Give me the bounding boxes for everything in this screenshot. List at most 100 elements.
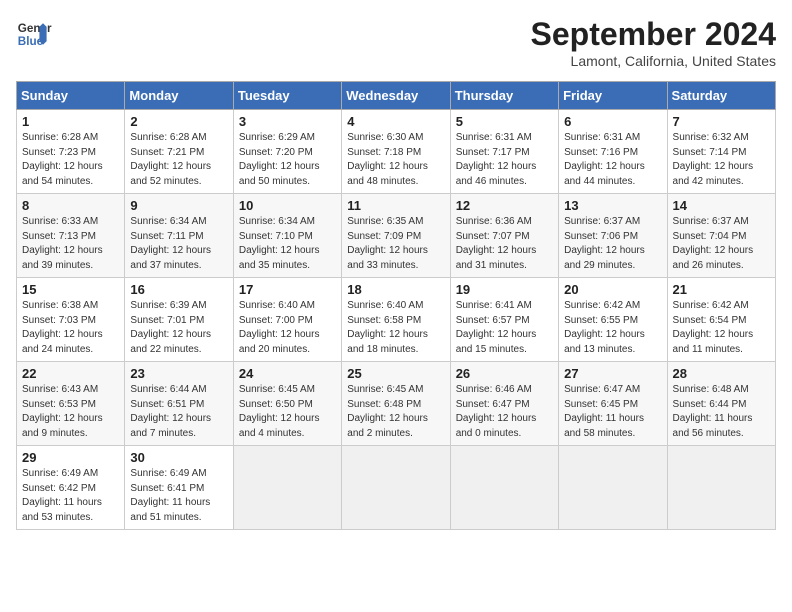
day-info: Sunrise: 6:34 AM Sunset: 7:11 PM Dayligh… [130,215,227,273]
calendar-cell: 18Sunrise: 6:40 AM Sunset: 6:58 PM Dayli… [342,278,450,362]
day-number: 27 [564,366,661,381]
svg-text:General: General [18,22,52,35]
calendar-cell: 6 Sunrise: 6:31 AM Sunset: 7:16 PM Daylig… [559,110,667,194]
calendar-cell: 10 Sunrise: 6:34 AM Sunset: 7:10 PM Dayli… [233,194,341,278]
calendar-cell: 25 Sunrise: 6:45 AM Sunset: 6:48 PM Dayli… [342,362,450,446]
day-info: Sunrise: 6:41 AM Sunset: 6:57 PM Dayligh… [456,299,553,357]
weekday-header: Friday [559,82,667,110]
day-number: 26 [456,366,553,381]
day-number: 23 [130,366,227,381]
day-number: 9 [130,198,227,213]
day-info: Sunrise: 6:39 AM Sunset: 7:01 PM Dayligh… [130,299,227,357]
day-number: 17 [239,282,336,297]
day-number: 21 [673,282,770,297]
calendar-cell: 16 Sunrise: 6:39 AM Sunset: 7:01 PM Dayli… [125,278,233,362]
day-info: Sunrise: 6:42 AM Sunset: 6:54 PM Dayligh… [673,299,770,357]
day-info: Sunrise: 6:37 AM Sunset: 7:06 PM Dayligh… [564,215,661,273]
day-number: 24 [239,366,336,381]
weekday-header: Thursday [450,82,558,110]
title-area: September 2024 Lamont, California, Unite… [531,16,776,69]
calendar-week-row: 22 Sunrise: 6:43 AM Sunset: 6:53 PM Dayli… [17,362,776,446]
calendar-week-row: 8 Sunrise: 6:33 AM Sunset: 7:13 PM Daylig… [17,194,776,278]
calendar-cell [450,446,558,530]
calendar-cell: 9 Sunrise: 6:34 AM Sunset: 7:11 PM Daylig… [125,194,233,278]
calendar-cell: 29Sunrise: 6:49 AM Sunset: 6:42 PM Dayli… [17,446,125,530]
month-title: September 2024 [531,16,776,53]
day-info: Sunrise: 6:40 AM Sunset: 7:00 PM Dayligh… [239,299,336,357]
calendar-cell: 21 Sunrise: 6:42 AM Sunset: 6:54 PM Dayli… [667,278,775,362]
day-number: 5 [456,114,553,129]
weekday-header: Saturday [667,82,775,110]
day-number: 8 [22,198,119,213]
day-number: 29 [22,450,119,465]
calendar-cell: 17 Sunrise: 6:40 AM Sunset: 7:00 PM Dayli… [233,278,341,362]
calendar-cell [559,446,667,530]
day-info: Sunrise: 6:37 AM Sunset: 7:04 PM Dayligh… [673,215,770,273]
logo: General Blue General Blue [16,16,52,52]
calendar-table: SundayMondayTuesdayWednesdayThursdayFrid… [16,81,776,530]
day-info: Sunrise: 6:46 AM Sunset: 6:47 PM Dayligh… [456,383,553,441]
calendar-cell: 12Sunrise: 6:36 AM Sunset: 7:07 PM Dayli… [450,194,558,278]
day-number: 20 [564,282,661,297]
calendar-cell: 8 Sunrise: 6:33 AM Sunset: 7:13 PM Daylig… [17,194,125,278]
calendar-week-row: 15Sunrise: 6:38 AM Sunset: 7:03 PM Dayli… [17,278,776,362]
location-title: Lamont, California, United States [531,53,776,69]
day-info: Sunrise: 6:32 AM Sunset: 7:14 PM Dayligh… [673,131,770,189]
calendar-cell: 19 Sunrise: 6:41 AM Sunset: 6:57 PM Dayli… [450,278,558,362]
calendar-cell: 1 Sunrise: 6:28 AM Sunset: 7:23 PM Daylig… [17,110,125,194]
calendar-cell: 27 Sunrise: 6:47 AM Sunset: 6:45 PM Dayli… [559,362,667,446]
calendar-cell: 14Sunrise: 6:37 AM Sunset: 7:04 PM Dayli… [667,194,775,278]
day-number: 30 [130,450,227,465]
calendar-cell: 28 Sunrise: 6:48 AM Sunset: 6:44 PM Dayli… [667,362,775,446]
day-number: 7 [673,114,770,129]
calendar-cell: 23 Sunrise: 6:44 AM Sunset: 6:51 PM Dayli… [125,362,233,446]
calendar-week-row: 1 Sunrise: 6:28 AM Sunset: 7:23 PM Daylig… [17,110,776,194]
calendar-cell: 26 Sunrise: 6:46 AM Sunset: 6:47 PM Dayli… [450,362,558,446]
calendar-cell: 3 Sunrise: 6:29 AM Sunset: 7:20 PM Daylig… [233,110,341,194]
calendar-week-row: 29Sunrise: 6:49 AM Sunset: 6:42 PM Dayli… [17,446,776,530]
weekday-header: Tuesday [233,82,341,110]
day-number: 12 [456,198,553,213]
day-info: Sunrise: 6:48 AM Sunset: 6:44 PM Dayligh… [673,383,770,441]
calendar-cell: 24 Sunrise: 6:45 AM Sunset: 6:50 PM Dayli… [233,362,341,446]
weekday-header: Wednesday [342,82,450,110]
calendar-cell: 13Sunrise: 6:37 AM Sunset: 7:06 PM Dayli… [559,194,667,278]
weekday-header: Sunday [17,82,125,110]
day-info: Sunrise: 6:49 AM Sunset: 6:41 PM Dayligh… [130,467,227,525]
calendar-cell: 15Sunrise: 6:38 AM Sunset: 7:03 PM Dayli… [17,278,125,362]
day-info: Sunrise: 6:47 AM Sunset: 6:45 PM Dayligh… [564,383,661,441]
day-info: Sunrise: 6:28 AM Sunset: 7:23 PM Dayligh… [22,131,119,189]
calendar-cell [233,446,341,530]
day-info: Sunrise: 6:43 AM Sunset: 6:53 PM Dayligh… [22,383,119,441]
day-number: 1 [22,114,119,129]
day-info: Sunrise: 6:42 AM Sunset: 6:55 PM Dayligh… [564,299,661,357]
day-info: Sunrise: 6:30 AM Sunset: 7:18 PM Dayligh… [347,131,444,189]
day-info: Sunrise: 6:44 AM Sunset: 6:51 PM Dayligh… [130,383,227,441]
day-number: 28 [673,366,770,381]
day-number: 10 [239,198,336,213]
header: General Blue General Blue September 2024… [16,16,776,69]
day-number: 2 [130,114,227,129]
calendar-cell: 4 Sunrise: 6:30 AM Sunset: 7:18 PM Daylig… [342,110,450,194]
day-number: 4 [347,114,444,129]
day-number: 16 [130,282,227,297]
calendar-cell: 2Sunrise: 6:28 AM Sunset: 7:21 PM Daylig… [125,110,233,194]
day-number: 19 [456,282,553,297]
day-number: 6 [564,114,661,129]
day-info: Sunrise: 6:29 AM Sunset: 7:20 PM Dayligh… [239,131,336,189]
day-info: Sunrise: 6:45 AM Sunset: 6:50 PM Dayligh… [239,383,336,441]
weekday-header-row: SundayMondayTuesdayWednesdayThursdayFrid… [17,82,776,110]
day-info: Sunrise: 6:31 AM Sunset: 7:16 PM Dayligh… [564,131,661,189]
day-number: 15 [22,282,119,297]
day-number: 22 [22,366,119,381]
day-number: 25 [347,366,444,381]
day-info: Sunrise: 6:40 AM Sunset: 6:58 PM Dayligh… [347,299,444,357]
day-info: Sunrise: 6:31 AM Sunset: 7:17 PM Dayligh… [456,131,553,189]
day-number: 3 [239,114,336,129]
day-info: Sunrise: 6:35 AM Sunset: 7:09 PM Dayligh… [347,215,444,273]
calendar-cell: 11Sunrise: 6:35 AM Sunset: 7:09 PM Dayli… [342,194,450,278]
day-info: Sunrise: 6:34 AM Sunset: 7:10 PM Dayligh… [239,215,336,273]
day-info: Sunrise: 6:45 AM Sunset: 6:48 PM Dayligh… [347,383,444,441]
calendar-cell: 20 Sunrise: 6:42 AM Sunset: 6:55 PM Dayli… [559,278,667,362]
day-info: Sunrise: 6:33 AM Sunset: 7:13 PM Dayligh… [22,215,119,273]
